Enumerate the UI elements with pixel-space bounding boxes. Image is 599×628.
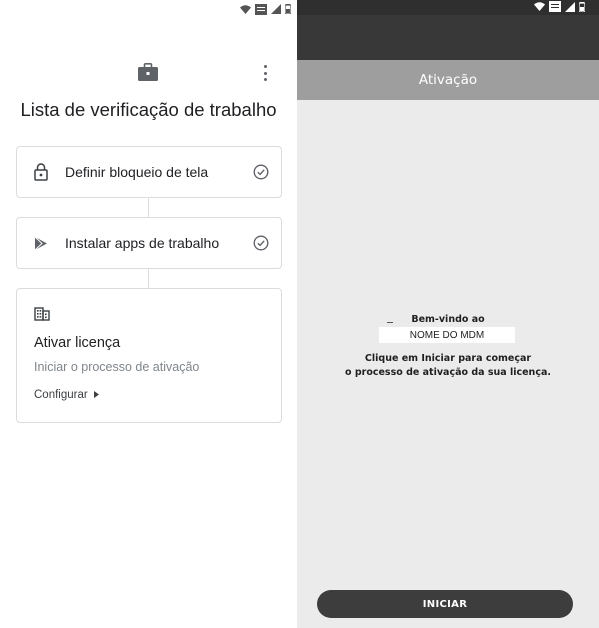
lte-icon	[549, 1, 561, 12]
activation-toolbar: Ativação	[297, 60, 599, 100]
wifi-icon	[534, 2, 545, 11]
task-label: Definir bloqueio de tela	[65, 164, 209, 180]
lte-icon	[255, 3, 267, 15]
step-connector	[148, 269, 149, 288]
task-label: Instalar apps de trabalho	[65, 235, 220, 251]
step-connector	[148, 198, 149, 217]
building-icon	[34, 307, 50, 326]
check-circle-icon	[241, 164, 281, 180]
page-title: Lista de verificação de trabalho	[20, 99, 277, 120]
license-subtitle: Iniciar o processo de ativação	[34, 360, 200, 374]
status-bar	[297, 0, 599, 15]
check-circle-icon	[241, 235, 281, 251]
task-card-screen-lock[interactable]: Definir bloqueio de tela	[16, 146, 282, 198]
activation-screen: Ativação Bem-vindo ao NOME DO MDM Clique…	[297, 0, 599, 628]
task-card-install-apps[interactable]: Instalar apps de trabalho	[16, 217, 282, 269]
mdm-logo-mark	[387, 322, 393, 323]
briefcase-icon	[138, 63, 158, 81]
welcome-text: Bem-vindo ao	[411, 314, 485, 325]
toolbar-title: Ativação	[418, 72, 478, 88]
instruction-line-1: Clique em Iniciar para começar	[364, 353, 532, 364]
work-checklist-screen: Lista de verificação de trabalho Definir…	[0, 0, 297, 628]
configure-label: Configurar	[34, 389, 88, 401]
play-store-icon	[17, 236, 65, 251]
status-bar	[240, 2, 291, 16]
battery-icon	[285, 4, 291, 14]
license-title: Ativar licença	[34, 335, 121, 351]
signal-icon	[565, 1, 575, 12]
wifi-icon	[240, 4, 251, 14]
more-vert-icon[interactable]	[260, 65, 270, 81]
arrow-right-icon	[93, 389, 99, 401]
instruction-line-2: o processo de ativação da sua licença.	[345, 367, 551, 378]
configure-link[interactable]: Configurar	[34, 389, 99, 401]
battery-icon	[579, 1, 585, 12]
license-card[interactable]: Ativar licença Iniciar o processo de ati…	[16, 288, 282, 423]
start-button[interactable]: INICIAR	[317, 590, 573, 618]
app-bar	[297, 15, 599, 60]
lock-icon	[17, 163, 65, 181]
signal-icon	[271, 4, 281, 14]
mdm-name: NOME DO MDM	[379, 327, 515, 343]
